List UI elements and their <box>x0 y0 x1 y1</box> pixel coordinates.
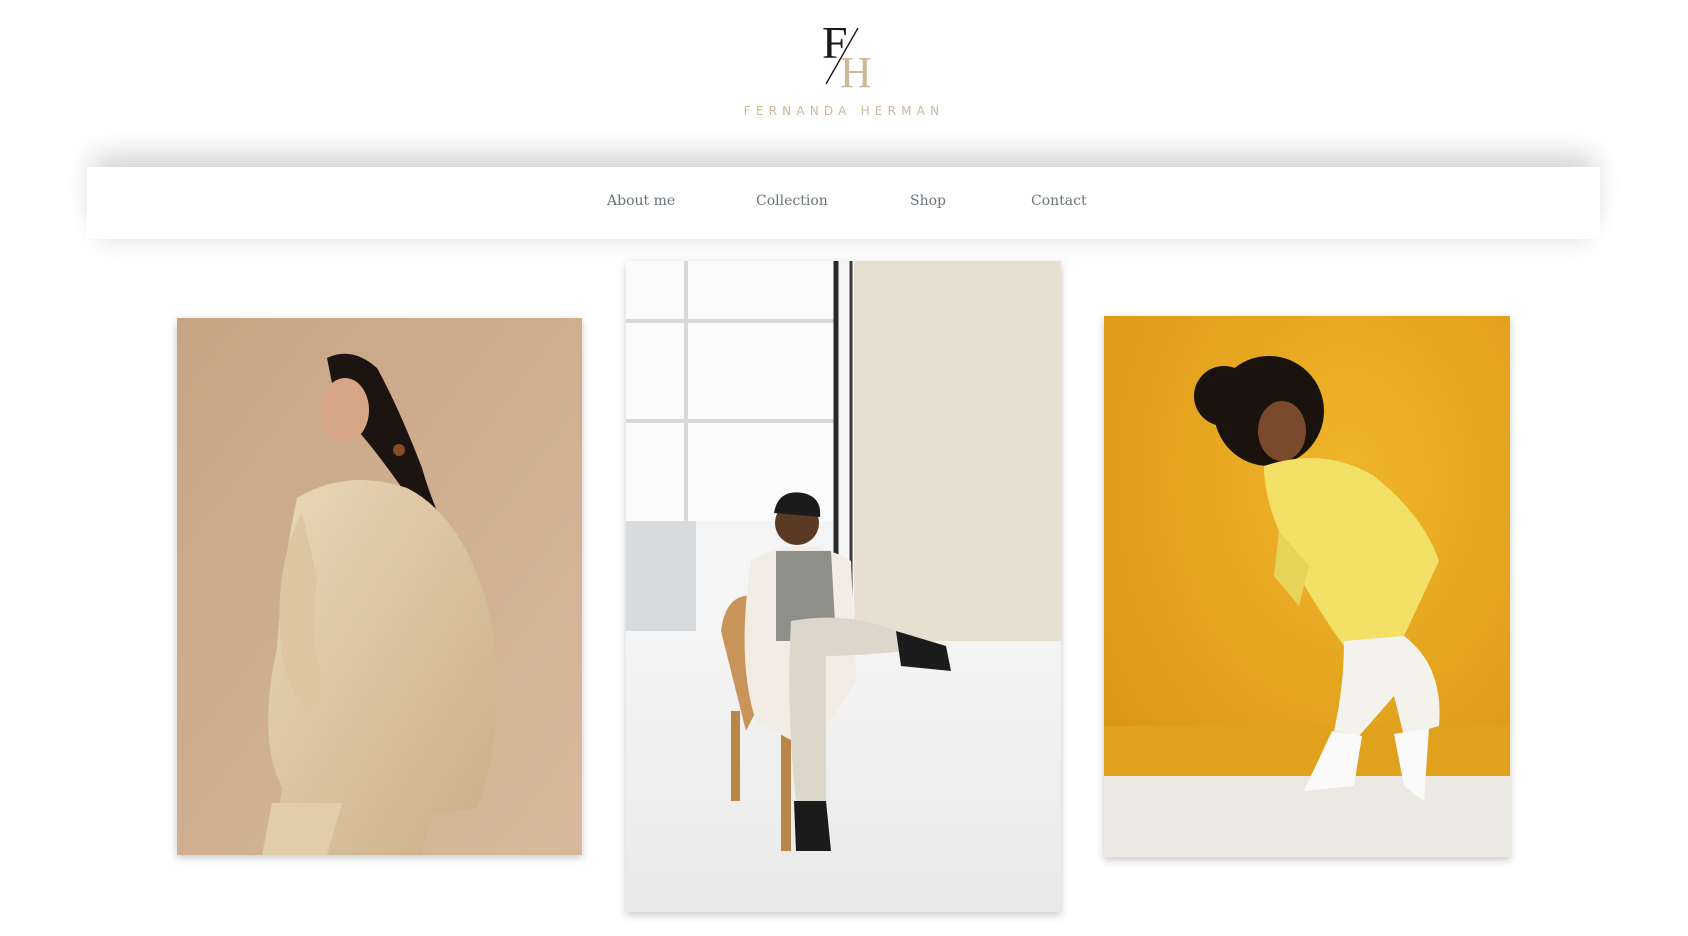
monogram-logo[interactable]: F H <box>810 14 880 97</box>
monogram-h: H <box>840 48 872 90</box>
main-navigation: About me Collection Shop Contact <box>87 167 1600 239</box>
woman-beige-suit-photo[interactable] <box>177 318 582 855</box>
nav-about-me[interactable]: About me <box>607 193 675 209</box>
brand-name[interactable]: FERNANDA HERMAN <box>0 104 1688 118</box>
man-seated-white-room-photo[interactable] <box>626 261 1061 912</box>
site-header: F H FERNANDA HERMAN <box>0 0 1688 130</box>
nav-collection[interactable]: Collection <box>756 193 828 209</box>
nav-shop[interactable]: Shop <box>910 193 946 209</box>
page: F H FERNANDA HERMAN About me Collection … <box>0 0 1688 936</box>
woman-yellow-jacket-photo[interactable] <box>1104 316 1510 857</box>
nav-contact[interactable]: Contact <box>1031 193 1087 209</box>
